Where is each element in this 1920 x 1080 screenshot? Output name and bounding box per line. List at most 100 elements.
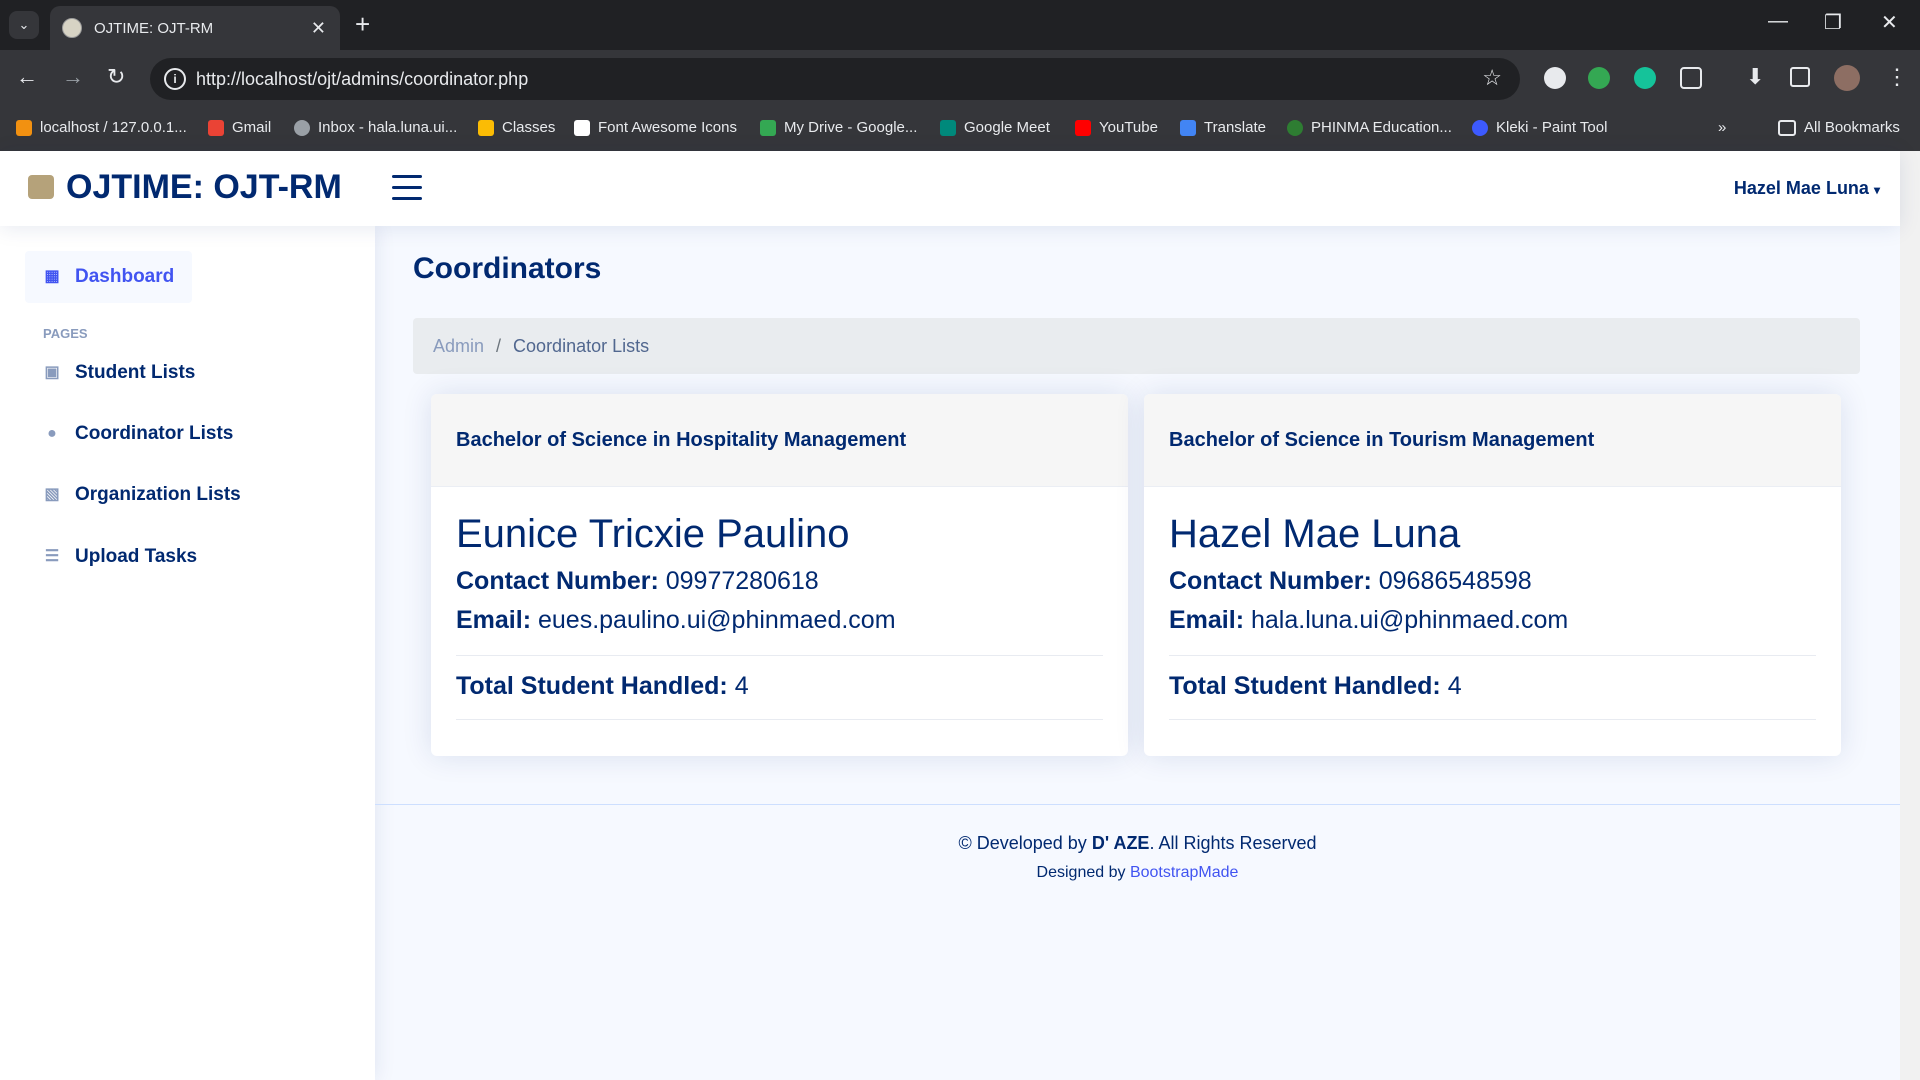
- bookmark-star-icon[interactable]: ☆: [1482, 65, 1502, 91]
- total-label: Total Student Handled:: [1169, 672, 1441, 700]
- coordinator-card: Bachelor of Science in Tourism Managemen…: [1144, 394, 1841, 756]
- total-value: 4: [1447, 672, 1462, 700]
- bookmark-item[interactable]: PHINMA Education...: [1287, 119, 1452, 136]
- tab-list-chevron-icon[interactable]: ⌄: [9, 11, 39, 39]
- user-dropdown[interactable]: Hazel Mae Luna ▾: [1734, 178, 1880, 199]
- download-icon[interactable]: ⬇: [1746, 64, 1764, 90]
- browser-tab[interactable]: OJTIME: OJT-RM ✕: [50, 6, 340, 50]
- sidebar-item-dashboard[interactable]: ▦ Dashboard: [25, 251, 193, 303]
- address-bar[interactable]: i http://localhost/ojt/admins/coordinato…: [150, 58, 1520, 100]
- copyright-suffix: . All Rights Reserved: [1149, 833, 1317, 853]
- bookmark-item[interactable]: My Drive - Google...: [760, 119, 917, 136]
- bookmark-item[interactable]: localhost / 127.0.0.1...: [16, 119, 187, 136]
- more-bookmarks-chevron-icon[interactable]: »: [1718, 119, 1726, 136]
- bookmark-label: localhost / 127.0.0.1...: [40, 119, 187, 136]
- person-badge-icon: ▣: [44, 364, 60, 381]
- person-icon: ●: [47, 425, 57, 442]
- sidebar-item-label: Upload Tasks: [75, 546, 198, 567]
- sidebar-item-organization-lists[interactable]: ▧ Organization Lists: [25, 469, 259, 521]
- building-icon: ▧: [44, 486, 60, 503]
- copyright-brand: D' AZE: [1091, 833, 1150, 853]
- bookmark-favicon-icon: [16, 119, 32, 136]
- new-tab-plus-icon[interactable]: +: [355, 10, 370, 38]
- sidebar-item-label: Student Lists: [75, 362, 196, 383]
- site-info-icon[interactable]: i: [164, 68, 186, 90]
- designer-link[interactable]: BootstrapMade: [1130, 864, 1239, 881]
- bookmark-item[interactable]: Translate: [1180, 119, 1266, 136]
- tab-close-icon[interactable]: ✕: [311, 18, 326, 39]
- extension-green-icon[interactable]: [1588, 67, 1610, 89]
- sidebar-item-upload-tasks[interactable]: ☰ Upload Tasks: [25, 531, 215, 583]
- bookmark-item[interactable]: Google Meet: [940, 119, 1050, 136]
- email-value: eues.paulino.ui@phinmaed.com: [537, 606, 896, 634]
- breadcrumb-admin-link[interactable]: Admin: [433, 336, 484, 357]
- tab-favicon-icon: [62, 18, 82, 38]
- all-bookmarks-label: All Bookmarks: [1804, 119, 1900, 136]
- bookmark-item[interactable]: Gmail: [208, 119, 271, 136]
- site-footer: © Developed by D' AZE. All Rights Reserv…: [375, 804, 1900, 882]
- bookmarks-bar: localhost / 127.0.0.1... Gmail Inbox - h…: [0, 108, 1920, 152]
- sidebar-item-coordinator-lists[interactable]: ● Coordinator Lists: [25, 408, 251, 460]
- meet-icon: [940, 119, 956, 136]
- bookmark-item[interactable]: Kleki - Paint Tool: [1472, 119, 1607, 136]
- coordinator-name: Eunice Tricxie Paulino: [456, 512, 850, 556]
- all-bookmarks[interactable]: All Bookmarks: [1778, 119, 1900, 136]
- drive-icon: [760, 119, 776, 136]
- sidebar-item-student-lists[interactable]: ▣ Student Lists: [25, 347, 213, 399]
- side-panel-icon[interactable]: [1790, 67, 1810, 87]
- browser-menu-icon[interactable]: ⋮: [1886, 64, 1908, 90]
- grammarly-icon[interactable]: [1634, 67, 1656, 89]
- bookmark-label: Google Meet: [964, 119, 1050, 136]
- tab-title: OJTIME: OJT-RM: [94, 19, 214, 37]
- total-students: Total Student Handled: 4: [456, 656, 1103, 720]
- sidebar-heading: PAGES: [43, 326, 88, 341]
- extensions-puzzle-icon[interactable]: [1680, 67, 1702, 89]
- inbox-icon: [294, 119, 310, 136]
- reload-icon[interactable]: ↻: [107, 64, 125, 90]
- hamburger-menu-icon[interactable]: [392, 175, 422, 208]
- copyright: © Developed by D' AZE. All Rights Reserv…: [375, 833, 1900, 854]
- bookmark-item[interactable]: Font Awesome Icons: [574, 119, 737, 136]
- folder-icon: [1778, 119, 1796, 136]
- web-page: OJTIME: OJT-RM Hazel Mae Luna ▾ ▦ Dashbo…: [0, 151, 1900, 1080]
- contact-line: Contact Number: 09977280618: [456, 567, 1103, 596]
- bookmark-item[interactable]: YouTube: [1075, 119, 1158, 136]
- email-value: hala.luna.ui@phinmaed.com: [1250, 606, 1569, 634]
- bookmark-item[interactable]: Inbox - hala.luna.ui...: [294, 119, 457, 136]
- profile-avatar[interactable]: [1834, 65, 1860, 91]
- email-label: Email:: [1169, 606, 1245, 634]
- total-students: Total Student Handled: 4: [1169, 656, 1816, 720]
- contact-number: 09977280618: [665, 567, 819, 595]
- total-value: 4: [734, 672, 749, 700]
- youtube-icon: [1075, 119, 1091, 136]
- copyright-prefix: © Developed by: [958, 833, 1087, 853]
- contact-number: 09686548598: [1378, 567, 1532, 595]
- classroom-icon: [478, 119, 494, 136]
- contact-label: Contact Number:: [1169, 567, 1372, 595]
- breadcrumb: Admin / Coordinator Lists: [413, 318, 1860, 374]
- sidebar: ▦ Dashboard PAGES ▣ Student Lists ● Coor…: [0, 226, 375, 1080]
- window-close-icon[interactable]: ✕: [1881, 10, 1898, 35]
- gmail-icon: [208, 119, 224, 136]
- grid-icon: ▦: [44, 268, 60, 285]
- list-icon: ☰: [44, 548, 60, 565]
- bookmark-item[interactable]: Classes: [478, 119, 555, 136]
- restore-icon[interactable]: ❐: [1824, 10, 1842, 35]
- bookmark-label: YouTube: [1099, 119, 1158, 136]
- phinma-icon: [1287, 119, 1303, 136]
- forward-arrow-icon[interactable]: →: [62, 64, 84, 90]
- page-scrollbar[interactable]: [1900, 151, 1920, 1080]
- site-logo[interactable]: OJTIME: OJT-RM: [66, 168, 342, 207]
- logo-image-icon[interactable]: [28, 175, 54, 199]
- minimize-icon[interactable]: —: [1768, 10, 1788, 33]
- url-text[interactable]: http://localhost/ojt/admins/coordinator.…: [196, 69, 528, 90]
- translate-icon: [1180, 119, 1196, 136]
- breadcrumb-separator: /: [496, 335, 502, 356]
- coordinator-card: Bachelor of Science in Hospitality Manag…: [431, 394, 1128, 756]
- breadcrumb-current: Coordinator Lists: [513, 335, 650, 356]
- back-arrow-icon[interactable]: ←: [16, 64, 38, 90]
- extension-icon[interactable]: [1544, 67, 1566, 89]
- browser-tabbar: ⌄ OJTIME: OJT-RM ✕ + — ❐ ✕: [0, 0, 1920, 50]
- card-program: Bachelor of Science in Hospitality Manag…: [431, 394, 1128, 487]
- bookmark-label: Inbox - hala.luna.ui...: [318, 119, 458, 136]
